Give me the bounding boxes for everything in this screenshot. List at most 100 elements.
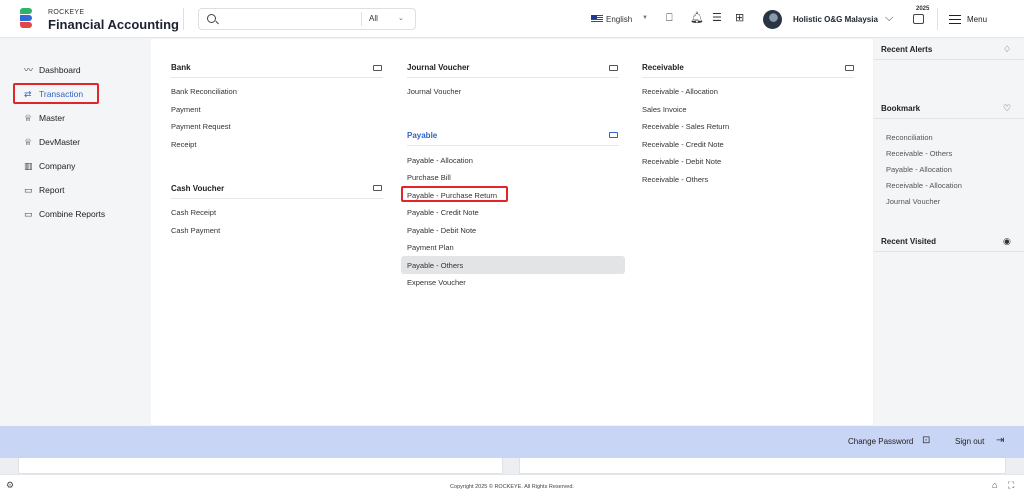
menu-link[interactable]: Receipt [171, 140, 196, 149]
header-divider [183, 8, 184, 30]
recent-visited-title: Recent Visited [881, 237, 936, 246]
menu-link[interactable]: Bank Reconciliation [171, 87, 237, 96]
sidebar-item-report[interactable]: ▭ Report [24, 183, 65, 197]
right-panel [874, 39, 1024, 425]
bell-icon[interactable]: ♢ [1003, 44, 1011, 55]
bookmark-item[interactable]: Receivable - Others [886, 149, 952, 158]
menu-link[interactable]: Payable - Debit Note [407, 226, 476, 235]
sidebar-item-devmaster[interactable]: ♕ DevMaster [24, 135, 80, 149]
bookmark-title: Bookmark [881, 104, 921, 113]
avatar[interactable] [763, 10, 782, 29]
copyright-text: Copyright 2025 © ROCKEYE. All Rights Res… [450, 484, 574, 490]
panel-divider [874, 251, 1024, 252]
heart-icon[interactable]: ♡ [1003, 103, 1011, 114]
section-title-bank: Bank [171, 63, 191, 72]
eye-icon[interactable]: ◉ [1003, 236, 1011, 247]
menu-link[interactable]: Cash Payment [171, 226, 220, 235]
calendar-icon[interactable] [913, 14, 924, 24]
sidebar-item-master[interactable]: ♕ Master [24, 111, 65, 125]
bookmark-item[interactable]: Journal Voucher [886, 197, 940, 206]
us-flag-icon [591, 15, 603, 23]
section-title-cash-voucher: Cash Voucher [171, 184, 225, 193]
section-divider [407, 145, 619, 146]
hamburger-icon[interactable] [949, 15, 961, 24]
menu-link[interactable]: Payable - Credit Note [407, 208, 479, 217]
search-input[interactable]: All ⌄ [198, 8, 416, 30]
app-logo[interactable] [18, 8, 34, 30]
fiscal-year: 2025 [916, 6, 930, 12]
menu-link[interactable]: Payable - Allocation [407, 156, 473, 165]
menu-link[interactable]: Expense Voucher [407, 278, 466, 287]
sign-out-icon[interactable]: ⇥ [996, 435, 1004, 446]
sidebar-item-company[interactable]: ▥ Company [24, 159, 75, 173]
search-scope-select[interactable]: All [369, 14, 378, 23]
menu-link[interactable]: Cash Receipt [171, 208, 216, 217]
card-icon[interactable] [609, 65, 618, 71]
apps-grid-icon[interactable]: ⊞ [735, 13, 744, 24]
card-icon[interactable] [845, 65, 854, 71]
section-title-receivable: Receivable [642, 63, 684, 72]
menu-link[interactable]: Sales Invoice [642, 105, 687, 114]
section-title-payable: Payable [407, 131, 438, 140]
menu-link[interactable]: Purchase Bill [407, 173, 451, 182]
sidebar-item-label: Combine Reports [39, 209, 106, 219]
recent-alerts-title: Recent Alerts [881, 45, 933, 54]
bookmark-item[interactable]: Reconciliation [886, 133, 933, 142]
home-icon[interactable]: ⌂ [992, 480, 997, 490]
sign-out-button[interactable]: Sign out [955, 437, 984, 446]
change-password-button[interactable]: Change Password [848, 437, 913, 446]
panel-divider [874, 59, 1024, 60]
section-title-journal-voucher: Journal Voucher [407, 63, 470, 72]
sidebar-item-label: Report [39, 185, 65, 195]
menu-link[interactable]: Receivable - Debit Note [642, 157, 721, 166]
menu-link[interactable]: Payment [171, 105, 201, 114]
card-icon[interactable] [373, 185, 382, 191]
caret-down-icon: ▼ [642, 15, 648, 21]
menu-link[interactable]: Receivable - Credit Note [642, 140, 724, 149]
menu-link[interactable]: Journal Voucher [407, 87, 461, 96]
report-icon: ▭ [24, 209, 33, 219]
menu-link[interactable]: Receivable - Others [642, 175, 708, 184]
sidebar-item-dashboard[interactable]: 〰 Dashboard [24, 63, 81, 77]
background-card [18, 458, 503, 474]
header-divider [937, 8, 938, 30]
top-header: ROCKEYE Financial Accounting All ⌄ Engli… [0, 0, 1024, 38]
building-icon: ▥ [24, 161, 33, 171]
crown-icon: ♕ [24, 137, 33, 147]
checklist-icon[interactable]: ☰ [712, 13, 722, 24]
section-divider [642, 77, 854, 78]
company-name[interactable]: Holistic O&G Malaysia [793, 15, 878, 24]
menu-link[interactable]: Receivable - Sales Return [642, 122, 729, 131]
section-divider [407, 77, 619, 78]
sidebar-item-combine-reports[interactable]: ▭ Combine Reports [24, 207, 105, 221]
menu-button[interactable]: Menu [967, 15, 987, 24]
language-label: English [606, 15, 633, 24]
transaction-menu-panel [151, 39, 873, 425]
brand-company: ROCKEYE [48, 9, 85, 16]
menu-link[interactable]: Payment Request [171, 122, 231, 131]
menu-link[interactable]: Payable - Others [407, 261, 463, 270]
bookmark-item[interactable]: Payable - Allocation [886, 165, 952, 174]
sidebar-item-label: Company [39, 161, 76, 171]
bell-icon[interactable]: 🔔︎ [690, 13, 704, 24]
dashboard-icon: 〰 [24, 65, 34, 75]
fullscreen-icon[interactable]: ⛶ [1008, 480, 1014, 491]
panel-divider [874, 118, 1024, 119]
card-icon[interactable] [609, 132, 618, 138]
sidebar-item-label: Dashboard [39, 65, 81, 75]
chevron-down-icon[interactable]: ⌵ [885, 12, 893, 25]
crown-icon: ♕ [24, 113, 33, 123]
bookmark-icon[interactable]: ⎕ [666, 13, 673, 24]
menu-link[interactable]: Payment Plan [407, 243, 454, 252]
chevron-down-icon: ⌄ [398, 15, 404, 22]
bookmark-item[interactable]: Receivable - Allocation [886, 181, 962, 190]
settings-icon[interactable]: ⚙ [6, 480, 14, 491]
highlight-box [401, 186, 508, 202]
highlight-box [13, 83, 99, 104]
sidebar-item-label: DevMaster [39, 137, 81, 147]
card-icon[interactable] [373, 65, 382, 71]
section-divider [171, 198, 383, 199]
lock-icon[interactable]: ⊡ [922, 435, 930, 446]
menu-link[interactable]: Receivable - Allocation [642, 87, 718, 96]
report-icon: ▭ [24, 185, 33, 195]
